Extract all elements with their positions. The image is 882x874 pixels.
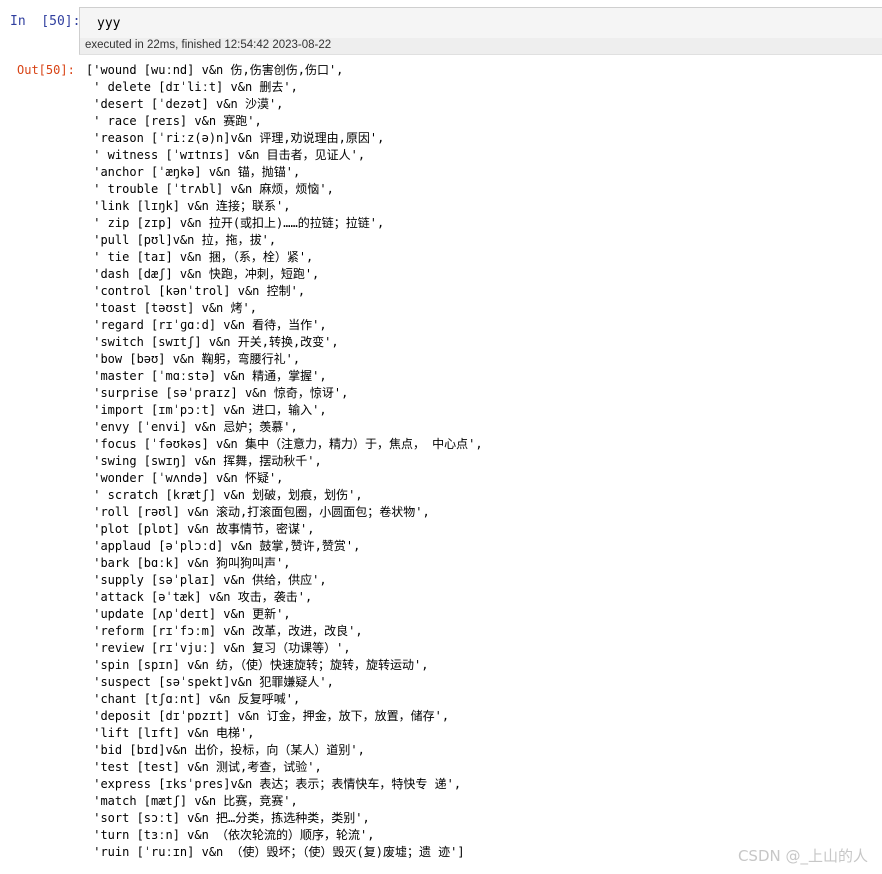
output-line: 'dash [dæʃ] v&n 快跑，冲刺，短跑', xyxy=(86,267,320,281)
output-line: 'chant [tʃɑːnt] v&n 反复呼喊', xyxy=(86,692,301,706)
output-line: 'pull [pʊl]v&n 拉，拖，拔', xyxy=(86,233,277,247)
output-line: 'review [rɪˈvjuː] v&n 复习（功课等）', xyxy=(86,641,351,655)
output-line: 'update [ʌpˈdeɪt] v&n 更新', xyxy=(86,607,291,621)
output-line: 'wonder [ˈwʌndə] v&n 怀疑', xyxy=(86,471,284,485)
output-line: 'sort [sɔːt] v&n 把…分类，拣选种类，类别', xyxy=(86,811,370,825)
output-line: 'swing [swɪŋ] v&n 挥舞，摆动秋千', xyxy=(86,454,322,468)
output-line: 'roll [rəʊl] v&n 滚动,打滚面包圈，小圆面包；卷状物', xyxy=(86,505,430,519)
output-line: 'anchor [ˈæŋkə] v&n 锚，抛锚', xyxy=(86,165,301,179)
code-input-text[interactable]: yyy xyxy=(97,16,120,31)
code-input-area[interactable]: yyy xyxy=(79,7,882,39)
output-line: 'link [lɪŋk] v&n 连接；联系', xyxy=(86,199,291,213)
output-line: 'surprise [səˈpraɪz] v&n 惊奇，惊讶', xyxy=(86,386,349,400)
output-line: 'deposit [dɪˈpɒzɪt] v&n 订金，押金，放下，放置，储存', xyxy=(86,709,450,723)
output-line: ' delete [dɪˈliːt] v&n 删去', xyxy=(86,80,298,94)
output-line: 'import [ɪmˈpɔːt] v&n 进口，输入', xyxy=(86,403,327,417)
output-line: 'control [kənˈtrol] v&n 控制', xyxy=(86,284,306,298)
output-line: 'master [ˈmɑːstə] v&n 精通，掌握', xyxy=(86,369,327,383)
output-line: 'reason [ˈriːz(ə)n]v&n 评理,劝说理由,原因', xyxy=(86,131,385,145)
output-line: ' tie [taɪ] v&n 捆，（系，栓）紧', xyxy=(86,250,314,264)
output-line: 'suspect [səˈspekt]v&n 犯罪嫌疑人', xyxy=(86,675,334,689)
output-line: 'reform [rɪˈfɔːm] v&n 改革，改进，改良', xyxy=(86,624,363,638)
output-line: 'regard [rɪˈɡɑːd] v&n 看待，当作', xyxy=(86,318,327,332)
output-line: ' zip [zɪp] v&n 拉开(或扣上)……的拉链；拉链', xyxy=(86,216,385,230)
output-line: 'plot [plɒt] v&n 故事情节，密谋', xyxy=(86,522,315,536)
output-line: 'switch [swɪtʃ] v&n 开关,转换,改变', xyxy=(86,335,339,349)
output-line: 'bid [bɪd]v&n 出价，投标，向（某人）道别', xyxy=(86,743,365,757)
output-line: 'desert [ˈdezət] v&n 沙漠', xyxy=(86,97,284,111)
output-line: 'test [test] v&n 测试,考查，试验', xyxy=(86,760,322,774)
output-line: 'applaud [əˈplɔːd] v&n 鼓掌,赞许,赞赏', xyxy=(86,539,361,553)
output-line: 'attack [əˈtæk] v&n 攻击，袭击', xyxy=(86,590,313,604)
output-line: 'toast [təʊst] v&n 烤', xyxy=(86,301,257,315)
output-line: 'turn [tɜːn] v&n （依次轮流的）顺序，轮流', xyxy=(86,828,375,842)
csdn-watermark: CSDN @_上山的人 xyxy=(737,847,868,865)
execution-info-bar: executed in 22ms, finished 12:54:42 2023… xyxy=(79,38,882,55)
output-line: ' scratch [krætʃ] v&n 划破，划痕，划伤', xyxy=(86,488,363,502)
output-line: 'bow [bəʊ] v&n 鞠躬，弯腰行礼', xyxy=(86,352,301,366)
output-line: 'bark [bɑːk] v&n 狗叫狗叫声', xyxy=(86,556,291,570)
output-prompt: Out[50]: xyxy=(17,63,75,77)
output-line: 'supply [səˈplaɪ] v&n 供给，供应', xyxy=(86,573,327,587)
output-line: 'lift [lɪft] v&n 电梯', xyxy=(86,726,255,740)
output-line: ['wound [wuːnd] v&n 伤,伤害创伤,伤口', xyxy=(86,63,344,77)
output-line: 'focus [ˈfəʊkəs] v&n 集中（注意力，精力）于，焦点， 中心点… xyxy=(86,437,483,451)
execution-info-text: executed in 22ms, finished 12:54:42 2023… xyxy=(85,39,332,51)
output-line: 'spin [spɪn] v&n 纺，（使）快速旋转；旋转，旋转运动', xyxy=(86,658,429,672)
output-line: ' witness [ˈwɪtnɪs] v&n 目击者，见证人', xyxy=(86,148,366,162)
output-line: 'envy [ˈenvi] v&n 忌妒；羡慕', xyxy=(86,420,298,434)
output-line: ' trouble [ˈtrʌbl] v&n 麻烦，烦恼', xyxy=(86,182,334,196)
output-line: ' race [reɪs] v&n 赛跑', xyxy=(86,114,262,128)
cell-output-area: ['wound [wuːnd] v&n 伤,伤害创伤,伤口', ' delete… xyxy=(86,62,876,861)
output-line: 'express [ɪksˈpres]v&n 表达；表示；表情快车，特快专 递'… xyxy=(86,777,462,791)
input-prompt: In [50]: xyxy=(10,14,81,29)
output-line: 'match [mætʃ] v&n 比赛，竞赛', xyxy=(86,794,298,808)
